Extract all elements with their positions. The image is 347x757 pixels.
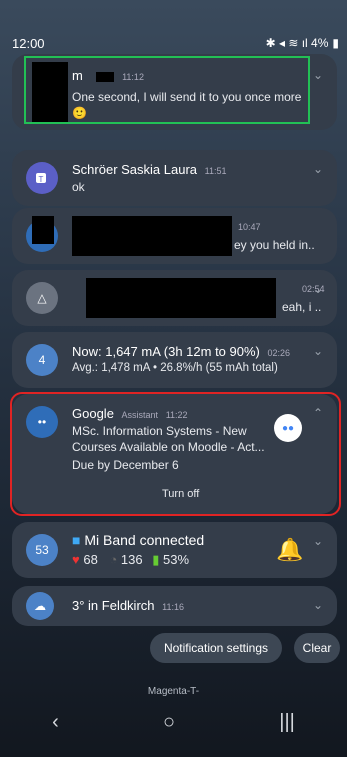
app-icon: [26, 216, 58, 252]
sender-name: Schröer Saskia Laura: [72, 162, 198, 177]
notification-card-teams[interactable]: T Schröer Saskia Laura 11:51 ok ⌄: [12, 150, 337, 206]
battery-icon: ▮: [332, 36, 339, 50]
notification-time: 11:16: [162, 602, 184, 612]
steps-icon: ◔: [109, 552, 118, 567]
green-highlight-box: [24, 56, 310, 124]
battery-text: Avg.: 1,478 mA • 26.8%/h (55 mAh total): [72, 362, 278, 374]
notification-card-4[interactable]: △ 02:54 eah, i .. ⌄: [12, 270, 337, 326]
battery-title: Now: 1,647 mA (3h 12m to 90%): [72, 344, 260, 359]
chevron-down-icon[interactable]: ⌄: [313, 68, 323, 82]
miband-title: Mi Band connected: [84, 532, 205, 548]
status-icons: ✱ ◂ ≋ ıl 4% ▮: [266, 36, 339, 50]
redacted-content: [72, 216, 232, 256]
notification-text: ok: [72, 180, 85, 194]
notification-text: ey you held in..: [234, 238, 315, 252]
weather-text: 3° in Feldkirch: [72, 598, 155, 613]
navigation-bar: ‹ ○ |||: [0, 687, 347, 757]
red-highlight-box: [10, 392, 341, 516]
chevron-down-icon[interactable]: ⌄: [313, 162, 323, 176]
heart-rate: 68: [83, 552, 98, 567]
home-icon[interactable]: ○: [163, 711, 175, 734]
chevron-down-icon[interactable]: ⌄: [313, 598, 323, 612]
notification-time: 02:26: [267, 348, 291, 358]
notification-time: 10:47: [238, 222, 261, 232]
notification-card-battery[interactable]: 4 Now: 1,647 mA (3h 12m to 90%) 02:26 Av…: [12, 332, 337, 388]
notification-card-miband[interactable]: 53 ■ Mi Band connected ♥ 68 ◔ 136 ▮ 53% …: [12, 522, 337, 578]
notification-time: 11:51: [204, 166, 227, 176]
notification-card-weather[interactable]: ☁ 3° in Feldkirch 11:16 ⌄: [12, 586, 337, 626]
redacted-content: [86, 278, 276, 318]
miband-icon: ■: [72, 532, 81, 548]
status-bar: 12:00 ✱ ◂ ≋ ıl 4% ▮: [0, 0, 347, 55]
drive-icon: △: [26, 282, 58, 314]
miband-badge-icon: 53: [26, 534, 58, 566]
notification-text: eah, i ..: [282, 300, 322, 314]
svg-text:T: T: [39, 175, 44, 184]
redacted-avatar: [32, 216, 54, 244]
teams-icon: T: [26, 162, 58, 194]
clock: 12:00: [12, 36, 45, 51]
notification-card-3[interactable]: 10:47 ey you held in..: [12, 208, 337, 264]
recent-apps-icon[interactable]: |||: [279, 711, 295, 734]
heart-icon: ♥: [72, 552, 80, 567]
band-battery-icon: ▮: [152, 552, 160, 567]
status-icons-glyphs: ✱ ◂ ≋ ıl 4%: [265, 36, 329, 50]
notification-settings-button[interactable]: Notification settings: [150, 633, 282, 663]
steps: 136: [120, 552, 143, 567]
band-battery: 53%: [163, 552, 190, 567]
alarm-bell-icon: 🔔: [276, 537, 304, 562]
back-icon[interactable]: ‹: [52, 711, 59, 734]
chevron-down-icon[interactable]: ⌄: [313, 534, 323, 548]
cloud-icon: ☁: [26, 592, 54, 620]
chevron-down-icon[interactable]: ⌄: [313, 282, 323, 296]
clear-button[interactable]: Clear: [294, 633, 340, 663]
battery-badge-icon: 4: [26, 344, 58, 376]
chevron-down-icon[interactable]: ⌄: [313, 344, 323, 358]
